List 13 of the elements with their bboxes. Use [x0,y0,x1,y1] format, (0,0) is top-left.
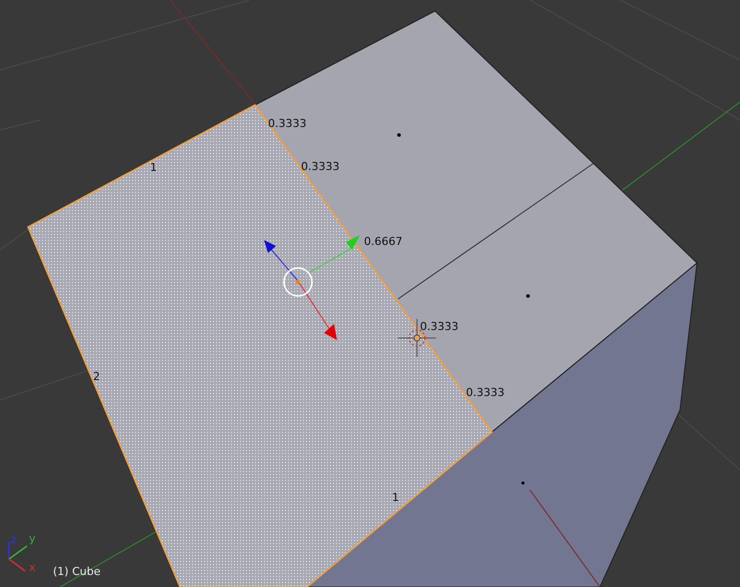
edge-length-label: 0.3333 [301,161,340,172]
axis-label: y [29,533,36,544]
object-name-label: (1) Cube [53,566,100,577]
edge-length-label: 0.3333 [420,321,458,332]
axis-gizmo-icon [8,542,28,572]
edge-length-label: 1 [392,492,399,503]
axis-label: x [29,562,36,573]
edge-length-label: 0.3333 [268,118,306,129]
axis-label: z [11,534,17,545]
edge-length-label: 0.6667 [364,236,402,247]
edge-length-label: 1 [150,162,157,173]
edge-length-label: 2 [93,371,100,382]
edge-length-label: 0.3333 [466,387,504,398]
